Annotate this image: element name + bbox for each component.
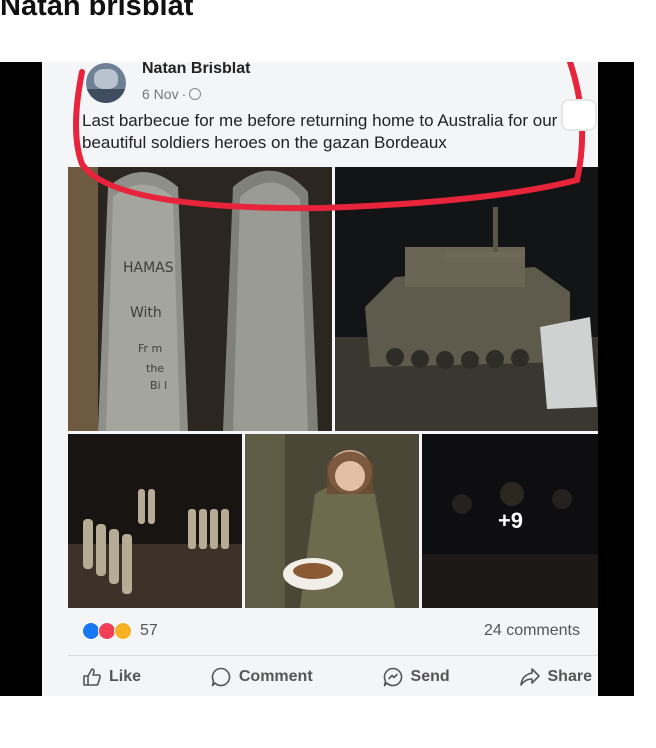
like-button[interactable]: Like — [82, 666, 141, 688]
shell-writing-4: the — [146, 362, 164, 375]
divider — [68, 655, 598, 656]
more-photos-overlay[interactable]: +9 — [422, 434, 598, 608]
post-screenshot: Natan Brisblat 6 Nov · Last barbecue for… — [0, 62, 634, 696]
facebook-post: Natan Brisblat 6 Nov · Last barbecue for… — [42, 62, 598, 696]
shell-writing-2: With — [130, 305, 162, 321]
send-label: Send — [410, 668, 450, 685]
photo-1[interactable]: HAMAS With Fr m the Bi l — [68, 167, 332, 431]
post-meta: 6 Nov · — [142, 86, 202, 102]
reaction-count: 57 — [140, 622, 158, 639]
send-button[interactable]: Send — [382, 666, 450, 688]
share-arrow-icon — [519, 668, 540, 686]
globe-icon — [189, 88, 202, 100]
haha-reaction-icon — [114, 622, 132, 640]
post-author[interactable]: Natan Brisblat — [142, 62, 250, 78]
shell-writing-5: Bi l — [150, 379, 167, 392]
photo-4[interactable] — [245, 434, 419, 608]
thumbs-up-icon — [83, 668, 101, 686]
shell-writing-1: HAMAS — [123, 260, 174, 276]
share-button[interactable]: Share — [519, 666, 592, 688]
post-date[interactable]: 6 Nov — [142, 86, 179, 102]
comment-bubble-icon — [211, 667, 231, 687]
post-text: Last barbecue for me before returning ho… — [82, 111, 558, 152]
comment-label: Comment — [238, 668, 313, 685]
more-photos-count: +9 — [497, 508, 524, 533]
messenger-icon — [383, 667, 402, 687]
photo-5[interactable]: +9 — [422, 434, 598, 608]
page-heading: Natan brisblat — [0, 0, 194, 22]
photo-3[interactable] — [68, 434, 242, 608]
share-label: Share — [547, 668, 592, 685]
meta-separator: · — [181, 86, 187, 102]
comments-count[interactable]: 24 comments — [484, 622, 580, 640]
photo-2[interactable] — [335, 167, 598, 431]
reactions-summary[interactable]: 57 — [82, 622, 158, 640]
comment-button[interactable]: Comment — [210, 666, 313, 688]
post-actions: Like Comment Send Share — [82, 666, 592, 688]
avatar[interactable] — [86, 63, 126, 103]
shell-writing-3: Fr m — [138, 342, 162, 355]
like-label: Like — [109, 668, 142, 685]
